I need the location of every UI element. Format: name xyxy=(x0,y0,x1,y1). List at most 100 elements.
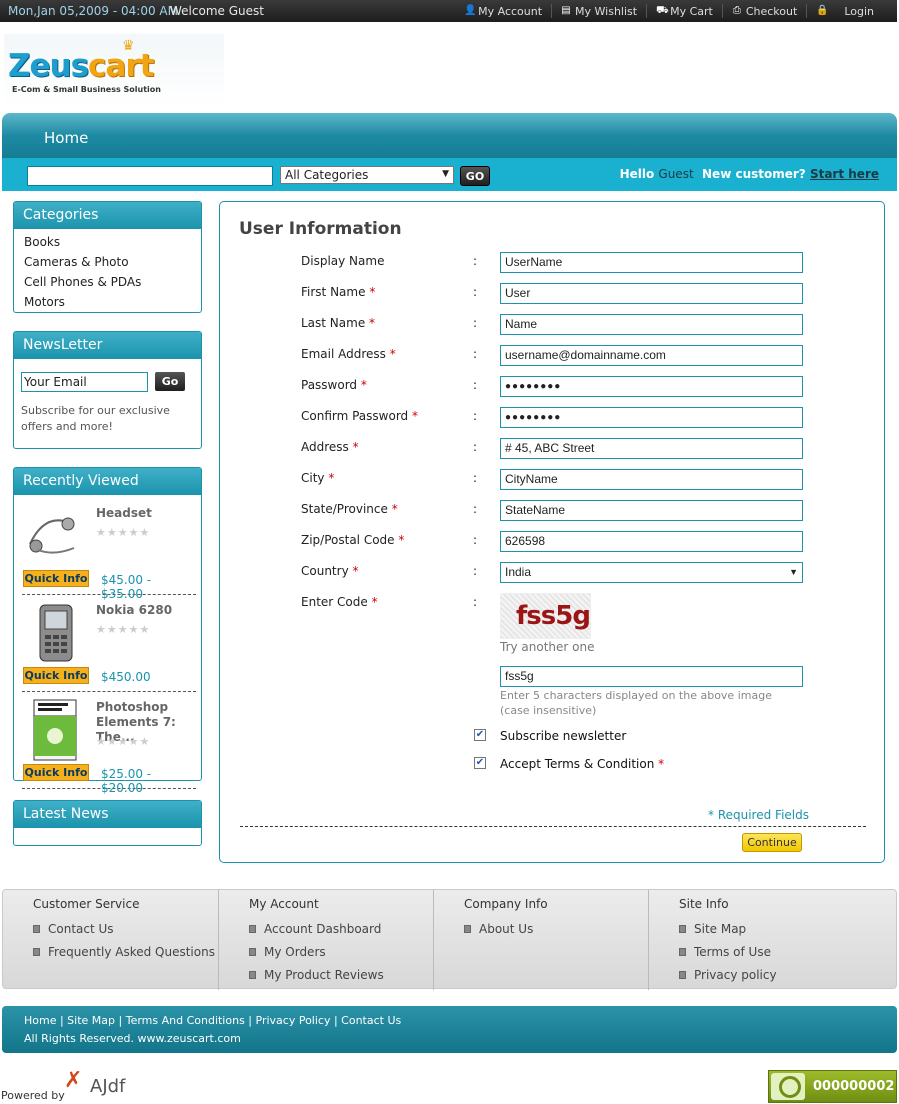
footer-link-text: About Us xyxy=(479,922,534,936)
zip-row: Zip/Postal Code * : 626598 xyxy=(301,531,803,552)
footer-column-title: Site Info xyxy=(679,897,729,911)
field-label-text: Last Name xyxy=(301,316,366,330)
quick-info-button[interactable]: Quick Info xyxy=(23,570,89,587)
copyright: All Rights Reserved. www.zeuscart.com xyxy=(24,1032,241,1045)
footer-column: My Account Account Dashboard My Orders M… xyxy=(218,890,433,990)
city-input[interactable]: CityName xyxy=(500,469,803,490)
footer-column: Customer Service Contact Us Frequently A… xyxy=(3,890,218,990)
latest-news-title: Latest News xyxy=(14,801,201,828)
colon: : xyxy=(473,316,478,330)
login-link[interactable]: 🔒 Login xyxy=(806,4,883,18)
footer-link[interactable]: About Us xyxy=(464,918,533,941)
display-name-input[interactable]: UserName xyxy=(500,252,803,273)
last-name-input[interactable]: Name xyxy=(500,314,803,335)
my-cart-link[interactable]: ⛟ My Cart xyxy=(646,4,722,18)
rating-stars: ★★★★★ xyxy=(96,526,151,539)
address-input[interactable]: # 45, ABC Street xyxy=(500,438,803,459)
quick-info-button[interactable]: Quick Info xyxy=(23,764,89,781)
country-select[interactable]: India ▼ xyxy=(500,562,803,583)
book-image[interactable] xyxy=(24,698,88,762)
required-marker: * xyxy=(352,440,359,454)
colon: : xyxy=(473,440,478,454)
field-label-text: City xyxy=(301,471,325,485)
terms-label-text: Accept Terms & Condition xyxy=(500,757,655,771)
site-logo[interactable]: ♛ Zeuscart E-Com & Small Business Soluti… xyxy=(4,34,224,106)
field-label-text: First Name xyxy=(301,285,366,299)
field-label: Last Name * xyxy=(301,316,375,330)
recent-item-name[interactable]: Headset xyxy=(96,506,200,521)
required-marker: * xyxy=(328,471,335,485)
footer-link-text: Privacy policy xyxy=(694,968,777,982)
search-input[interactable] xyxy=(27,166,273,186)
colon: : xyxy=(473,595,478,609)
colon: : xyxy=(473,533,478,547)
password-field[interactable]: ●●●●●●●● xyxy=(500,376,803,397)
my-account-link[interactable]: 👤 My Account xyxy=(455,4,551,18)
first-name-input[interactable]: User xyxy=(500,283,803,304)
try-another-link[interactable]: Try another one xyxy=(500,640,595,654)
footer-link[interactable]: Contact Us xyxy=(33,918,215,941)
bottom-links[interactable]: Home | Site Map | Terms And Conditions |… xyxy=(24,1014,401,1027)
welcome-text: Welcome Guest xyxy=(170,4,264,18)
recently-viewed-box: Recently Viewed Headset ★★★★★ Quick Info… xyxy=(13,467,202,795)
field-label-text: Email Address xyxy=(301,347,386,361)
start-here-link[interactable]: Start here xyxy=(810,167,879,181)
state-input[interactable]: StateName xyxy=(500,500,803,521)
ajdf-logo-text: AJdf xyxy=(90,1076,126,1097)
powered-by-label: Powered by xyxy=(1,1089,65,1102)
guest-name: Guest xyxy=(658,167,694,181)
captcha-help-line1: Enter 5 characters displayed on the abov… xyxy=(500,689,772,702)
newsletter-email-input[interactable]: Your Email xyxy=(21,372,148,392)
category-select-value: All Categories xyxy=(285,168,369,182)
footer-link-text: Account Dashboard xyxy=(264,922,382,936)
footer-link[interactable]: Account Dashboard xyxy=(249,918,384,941)
footer-link-text: Frequently Asked Questions xyxy=(48,945,215,959)
headset-image[interactable] xyxy=(24,504,88,568)
category-item[interactable]: Cell Phones & PDAs xyxy=(24,272,191,292)
footer-link[interactable]: My Product Reviews xyxy=(249,964,384,987)
subscribe-checkbox[interactable]: ✔ xyxy=(474,729,486,741)
newsletter-go-button[interactable]: Go xyxy=(155,372,185,391)
footer-link[interactable]: My Orders xyxy=(249,941,384,964)
zip-input[interactable]: 626598 xyxy=(500,531,803,552)
my-wishlist-label: My Wishlist xyxy=(575,4,638,18)
new-customer-label: New customer? xyxy=(702,167,806,181)
hello-label: Hello xyxy=(619,167,655,181)
field-label-text: Enter Code xyxy=(301,595,368,609)
phone-image[interactable] xyxy=(24,601,88,665)
footer-link[interactable]: Frequently Asked Questions xyxy=(33,941,215,964)
category-item[interactable]: Books xyxy=(24,232,191,252)
required-marker: * xyxy=(369,285,376,299)
colon: : xyxy=(473,564,478,578)
my-wishlist-link[interactable]: ▤ My Wishlist xyxy=(551,4,646,18)
checkout-link[interactable]: ⎙ Checkout xyxy=(721,4,806,18)
captcha-code-input[interactable]: fss5g xyxy=(500,666,803,687)
recent-item-name[interactable]: Nokia 6280 xyxy=(96,603,200,618)
terms-checkbox[interactable]: ✔ xyxy=(474,757,486,769)
confirm-password-field[interactable]: ●●●●●●●● xyxy=(500,407,803,428)
email-field[interactable]: username@domainname.com xyxy=(500,345,803,366)
terms-label: Accept Terms & Condition * xyxy=(500,757,664,771)
recently-viewed-title: Recently Viewed xyxy=(14,468,201,495)
ajdf-logo[interactable]: ✗ AJdf xyxy=(62,1068,142,1102)
continue-button[interactable]: Continue xyxy=(742,833,802,852)
confirm-password-row: Confirm Password * : ●●●●●●●● xyxy=(301,407,803,428)
footer-link[interactable]: Terms of Use xyxy=(679,941,777,964)
footer-link[interactable]: Site Map xyxy=(679,918,777,941)
page-title: User Information xyxy=(239,219,402,239)
footer-column-title: Company Info xyxy=(464,897,548,911)
top-bar: Mon,Jan 05,2009 - 04:00 AM Welcome Guest… xyxy=(0,0,897,22)
quick-info-button[interactable]: Quick Info xyxy=(23,667,89,684)
nav-home[interactable]: Home xyxy=(44,129,88,147)
search-go-button[interactable]: GO xyxy=(460,166,490,186)
footer-link[interactable]: Privacy policy xyxy=(679,964,777,987)
bullet-icon xyxy=(249,948,256,956)
footer-link-text: Site Map xyxy=(694,922,747,936)
category-select[interactable]: All Categories ▼ xyxy=(280,166,454,184)
field-label-text: Confirm Password xyxy=(301,409,409,423)
bullet-icon xyxy=(464,925,471,933)
field-label: Enter Code * xyxy=(301,595,378,609)
category-item[interactable]: Cameras & Photo xyxy=(24,252,191,272)
required-fields-note: * Required Fields xyxy=(708,808,809,822)
category-item[interactable]: Motors xyxy=(24,292,191,312)
